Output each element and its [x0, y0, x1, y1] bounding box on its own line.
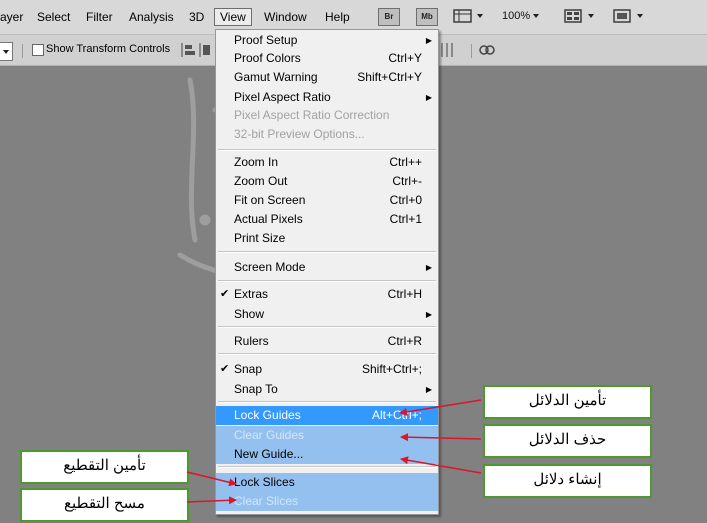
menu-print-size[interactable]: Print Size [216, 229, 438, 248]
menu-filter[interactable]: Filter [86, 10, 113, 24]
menu-layer[interactable]: ayer [0, 10, 23, 24]
screen-mode-icon[interactable] [613, 8, 647, 29]
menu-actual-pixels[interactable]: Actual Pixels Ctrl+1 [216, 210, 438, 229]
menu-extras[interactable]: ✔ Extras Ctrl+H [216, 285, 438, 304]
menu-separator [218, 149, 436, 151]
mini-bridge-icon[interactable]: Mb [416, 8, 438, 26]
callout-lock-slices: تأمين التقطيع [20, 450, 189, 484]
bridge-icon[interactable]: Br [378, 8, 400, 26]
align-icons[interactable] [180, 41, 214, 62]
submenu-arrow-icon: ▶ [425, 93, 432, 102]
menu-help[interactable]: Help [325, 10, 350, 24]
menu-fit-on-screen[interactable]: Fit on Screen Ctrl+0 [216, 191, 438, 210]
menu-select[interactable]: Select [37, 10, 70, 24]
menu-new-guide[interactable]: New Guide... [216, 445, 438, 464]
menu-clear-slices: Clear Slices [216, 492, 438, 511]
auto-align-icon[interactable] [478, 41, 496, 62]
zoom-level[interactable]: 100% [502, 8, 530, 24]
options-divider [22, 44, 23, 58]
show-transform-checkbox[interactable] [32, 44, 44, 56]
checkmark-icon: ✔ [220, 288, 230, 300]
view-extras-icon[interactable] [453, 8, 487, 29]
menu-proof-colors[interactable]: Proof Colors Ctrl+Y [216, 49, 438, 68]
checkmark-icon: ✔ [220, 363, 230, 375]
menu-32bit-preview: 32-bit Preview Options... [234, 127, 365, 141]
menu-separator [218, 251, 436, 253]
arrange-documents-icon[interactable] [564, 8, 598, 29]
menu-gamut-warning[interactable]: Gamut Warning Shift+Ctrl+Y [216, 68, 438, 87]
menu-proof-setup[interactable]: Proof Setup ▶ [216, 31, 438, 50]
menu-separator [218, 326, 436, 328]
zoom-dropdown-icon[interactable] [531, 8, 541, 29]
menu-show[interactable]: Show ▶ [216, 305, 438, 324]
view-menu: Proof Setup ▶ Proof Colors Ctrl+Y Gamut Wa… [215, 29, 439, 515]
callout-clear-guides: حذف الدلائل [483, 424, 652, 458]
menu-lock-guides[interactable]: Lock Guides Alt+Ctrl+; [216, 406, 438, 425]
menu-pixel-aspect-ratio[interactable]: Pixel Aspect Ratio ▶ [216, 88, 438, 107]
menu-separator [218, 280, 436, 282]
menu-snap-to[interactable]: Snap To ▶ [216, 380, 438, 399]
menu-separator [218, 353, 436, 355]
menu-view[interactable]: View [214, 8, 252, 26]
show-transform-label: Show Transform Controls [46, 43, 171, 55]
distribute-icon[interactable] [440, 41, 454, 62]
callout-new-guide: إنشاء دلائل [483, 464, 652, 498]
menu-clear-guides: Clear Guides [216, 426, 438, 445]
submenu-arrow-icon: ▶ [425, 310, 432, 319]
menu-screen-mode[interactable]: Screen Mode ▶ [216, 258, 438, 277]
options-divider [471, 44, 472, 58]
menu-3d[interactable]: 3D [189, 10, 204, 24]
menu-zoom-out[interactable]: Zoom Out Ctrl+- [216, 172, 438, 191]
submenu-arrow-icon: ▶ [425, 385, 432, 394]
tool-preset-dropdown[interactable] [0, 42, 13, 61]
menu-lock-slices[interactable]: Lock Slices [216, 473, 438, 492]
submenu-arrow-icon: ▶ [425, 263, 432, 272]
menu-snap[interactable]: ✔ Snap Shift+Ctrl+; [216, 360, 438, 379]
menu-analysis[interactable]: Analysis [129, 10, 174, 24]
menu-separator [218, 466, 436, 468]
menu-rulers[interactable]: Rulers Ctrl+R [216, 332, 438, 351]
submenu-arrow-icon: ▶ [425, 36, 432, 45]
menu-window[interactable]: Window [264, 10, 307, 24]
menu-pixel-aspect-correction: Pixel Aspect Ratio Correction [234, 108, 390, 122]
callout-clear-slices: مسح التقطيع [20, 488, 189, 522]
menu-separator [218, 401, 436, 403]
callout-lock-guides: تأمين الدلائل [483, 385, 652, 419]
menu-zoom-in[interactable]: Zoom In Ctrl++ [216, 153, 438, 172]
